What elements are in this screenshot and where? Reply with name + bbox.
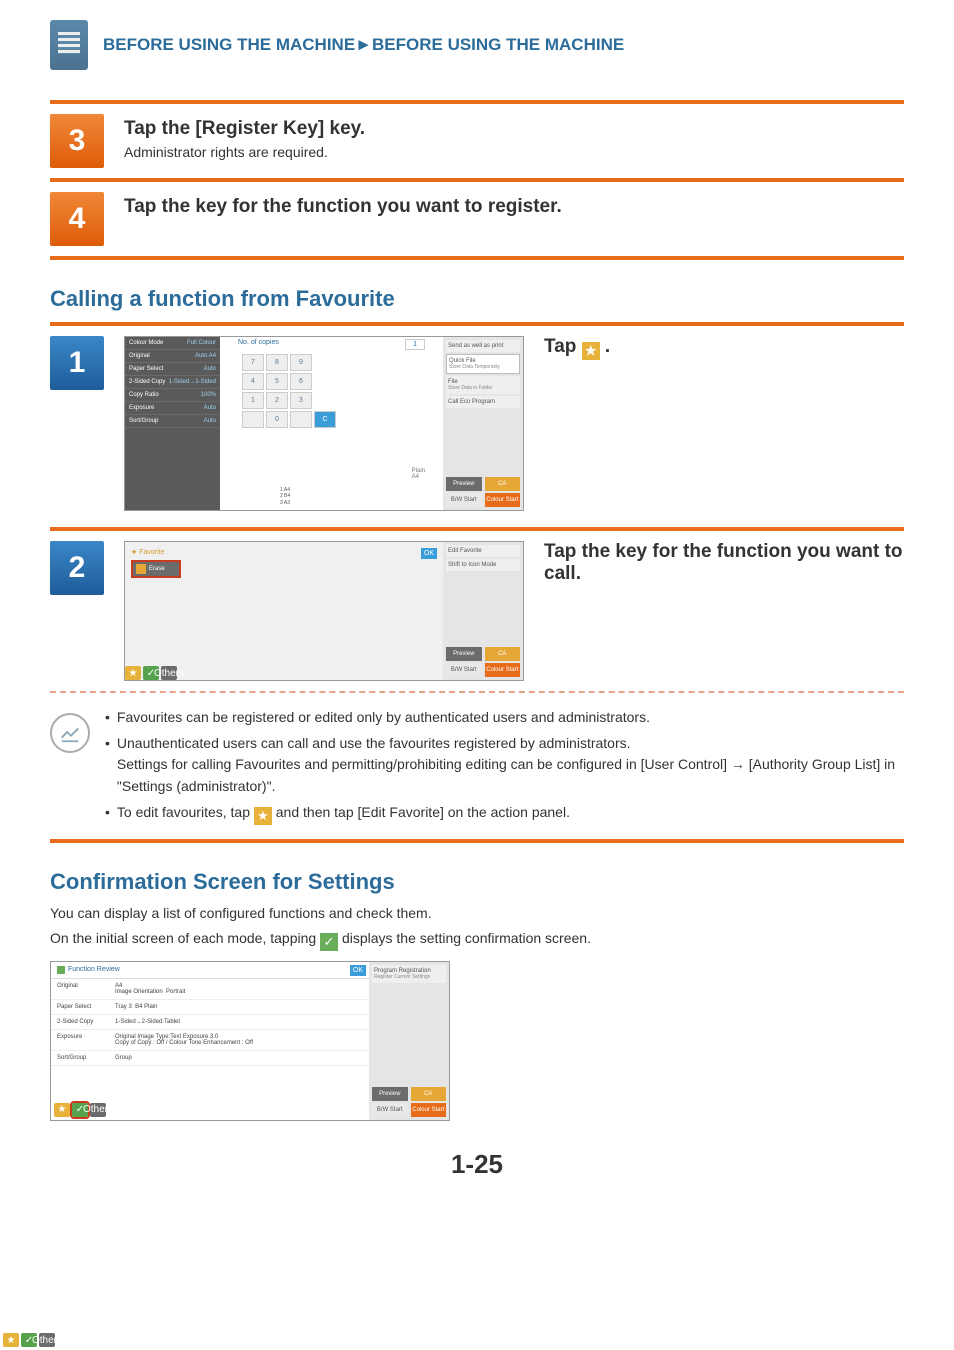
step4-title: Tap the key for the function you want to… (124, 196, 904, 218)
bw-start-button[interactable]: B/W Start (372, 1103, 408, 1117)
header-icon (50, 20, 88, 70)
colour-start-button[interactable]: Colour Start (485, 663, 521, 677)
breadcrumb: BEFORE USING THE MACHINE►BEFORE USING TH… (103, 35, 624, 55)
preview-button[interactable]: Preview (446, 477, 482, 491)
star-icon: ★ (582, 342, 600, 360)
ca-button[interactable]: CA (485, 647, 521, 661)
call-step1-instruction: Tap ★ . (544, 336, 904, 360)
note-bullet-1: Favourites can be registered or edited o… (117, 707, 650, 729)
others-button[interactable]: Others (90, 1103, 106, 1117)
divider (50, 256, 904, 260)
erase-favorite-key[interactable]: Erase (131, 560, 181, 578)
colour-start-button[interactable]: Colour Start (411, 1103, 447, 1117)
section-calling-title: Calling a function from Favourite (50, 286, 904, 312)
bw-start-button[interactable]: B/W Start (446, 493, 482, 507)
step-number-1: 1 (50, 336, 104, 390)
divider (50, 527, 904, 531)
numeric-keypad[interactable]: 789 456 123 0C (240, 352, 338, 430)
section-confirm-title: Confirmation Screen for Settings (50, 869, 904, 895)
confirm-body-2: On the initial screen of each mode, tapp… (50, 928, 904, 951)
page-header: BEFORE USING THE MACHINE►BEFORE USING TH… (50, 20, 904, 70)
others-button[interactable]: Others (39, 1333, 55, 1347)
confirm-body-1: You can display a list of configured fun… (50, 903, 904, 924)
divider (50, 178, 904, 182)
call-step2-instruction: Tap the key for the function you want to… (544, 541, 904, 585)
star-icon: ★ (254, 807, 272, 825)
ca-button[interactable]: CA (411, 1087, 447, 1101)
call-step-2: 2 ★ Favorite Erase OK ★ ✓ Others Edit Fa… (50, 541, 904, 681)
note-icon (50, 713, 90, 753)
colour-start-button[interactable]: Colour Start (485, 493, 521, 507)
ca-button[interactable]: CA (485, 477, 521, 491)
screenshot-copy-screen: Colour ModeFull Colour OriginalAuto A4 P… (124, 336, 524, 511)
bw-start-button[interactable]: B/W Start (446, 663, 482, 677)
note-bullet-2: Unauthenticated users can call and use t… (117, 733, 904, 798)
page-number: 1-25 (50, 1149, 904, 1180)
favourite-star-icon[interactable]: ★ (3, 1333, 19, 1347)
screenshot-function-review: Function Review OK OriginalA4Image Orien… (50, 961, 450, 1121)
step3-title: Tap the [Register Key] key. (124, 118, 904, 140)
step-number-4: 4 (50, 192, 104, 246)
preview-button[interactable]: Preview (372, 1087, 408, 1101)
step-number-2: 2 (50, 541, 104, 595)
notes-block: Favourites can be registered or edited o… (50, 707, 904, 829)
favourite-star-icon[interactable]: ★ (54, 1103, 70, 1117)
others-button[interactable]: Others (161, 666, 177, 680)
step-3: 3 Tap the [Register Key] key. Administra… (50, 114, 904, 168)
note-bullet-3: To edit favourites, tap ★ and then tap [… (117, 802, 570, 825)
step-4: 4 Tap the key for the function you want … (50, 192, 904, 246)
divider (50, 322, 904, 326)
step3-subtitle: Administrator rights are required. (124, 144, 904, 160)
ok-button[interactable]: OK (350, 965, 366, 976)
favourite-star-icon[interactable]: ★ (125, 666, 141, 680)
divider (50, 839, 904, 843)
step-number-3: 3 (50, 114, 104, 168)
preview-button[interactable]: Preview (446, 647, 482, 661)
check-icon: ✓ (320, 933, 338, 951)
call-step-1: 1 Colour ModeFull Colour OriginalAuto A4… (50, 336, 904, 511)
screenshot-favorite-screen: ★ Favorite Erase OK ★ ✓ Others Edit Favo… (124, 541, 524, 681)
dashed-divider (50, 691, 904, 693)
divider (50, 100, 904, 104)
ok-button[interactable]: OK (421, 548, 437, 559)
